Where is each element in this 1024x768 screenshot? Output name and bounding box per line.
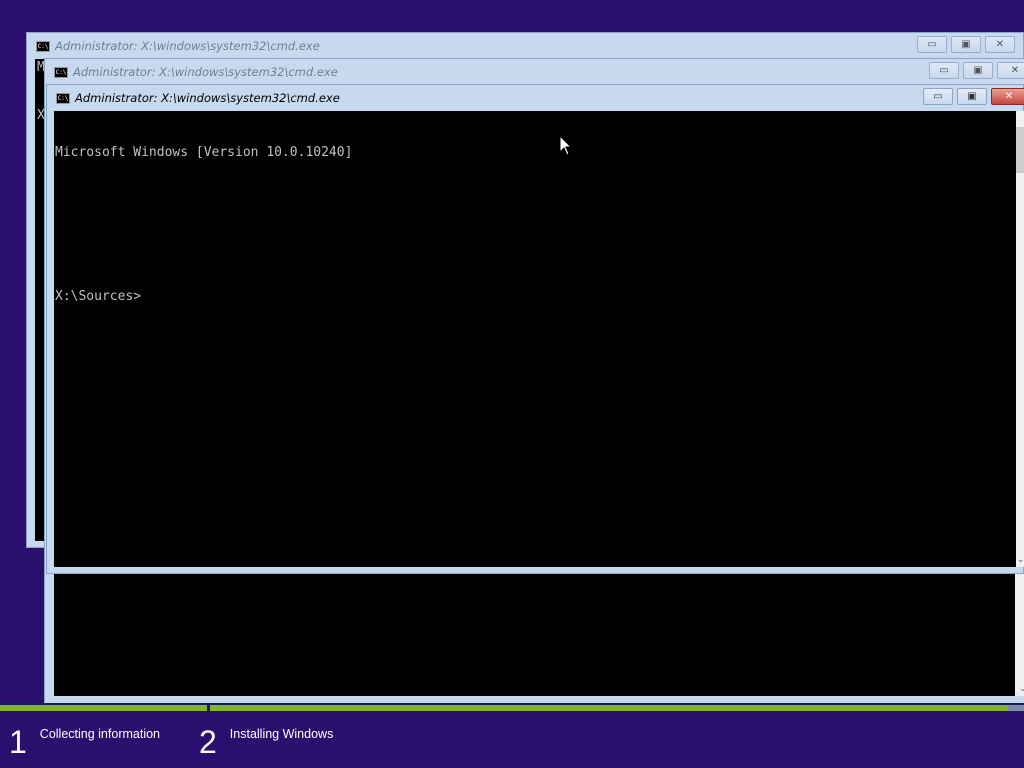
- minimize-button[interactable]: ▭: [929, 62, 959, 79]
- window-title: Administrator: X:\windows\system32\cmd.e…: [73, 65, 338, 79]
- step-number: 1: [9, 724, 27, 760]
- title-bar[interactable]: C:\ Administrator: X:\windows\system32\c…: [47, 85, 1024, 111]
- window-title: Administrator: X:\windows\system32\cmd.e…: [55, 39, 320, 53]
- minimize-button[interactable]: ▭: [917, 36, 947, 53]
- step-label: Installing Windows: [229, 727, 334, 741]
- maximize-button[interactable]: ▣: [963, 62, 993, 79]
- scroll-down-icon[interactable]: ⌄: [1016, 553, 1024, 567]
- step-label: Collecting information: [39, 727, 160, 741]
- setup-progress-bar: [0, 703, 1024, 712]
- maximize-button[interactable]: ▣: [957, 88, 987, 105]
- title-bar[interactable]: C:\ Administrator: X:\windows\system32\c…: [45, 59, 1024, 85]
- title-bar[interactable]: C:\ Administrator: X:\windows\system32\c…: [27, 33, 1023, 59]
- progress-fill: [210, 705, 1008, 711]
- console-line: Microsoft Windows [Version 10.0.10240]: [55, 145, 353, 160]
- close-button[interactable]: ✕: [991, 88, 1024, 105]
- maximize-button[interactable]: ▣: [951, 36, 981, 53]
- minimize-button[interactable]: ▭: [923, 88, 953, 105]
- progress-fill: [0, 705, 207, 711]
- setup-step-installing: 2 Installing Windows: [199, 722, 333, 762]
- window-title: Administrator: X:\windows\system32\cmd.e…: [75, 91, 340, 105]
- console-area[interactable]: Microsoft Windows [Version 10.0.10240] X…: [54, 111, 1016, 567]
- progress-segment-collecting: [0, 705, 207, 711]
- progress-segment-installing: [210, 705, 1024, 711]
- vertical-scrollbar[interactable]: ⌄: [1016, 111, 1024, 567]
- close-button[interactable]: ✕: [985, 36, 1015, 53]
- cmd-icon: C:\: [36, 40, 50, 52]
- setup-step-collecting: 1 Collecting information: [9, 722, 160, 762]
- close-button[interactable]: ✕: [997, 62, 1024, 79]
- console-prompt[interactable]: X:\Sources>: [55, 289, 1016, 305]
- cmd-window-active[interactable]: C:\ Administrator: X:\windows\system32\c…: [46, 84, 1024, 574]
- step-number: 2: [199, 724, 217, 760]
- mouse-pointer-icon: [559, 135, 573, 156]
- scroll-thumb[interactable]: [1016, 127, 1024, 173]
- cmd-icon: C:\: [56, 92, 70, 104]
- scroll-down-icon[interactable]: ⌄: [1015, 682, 1024, 696]
- cmd-icon: C:\: [54, 66, 68, 78]
